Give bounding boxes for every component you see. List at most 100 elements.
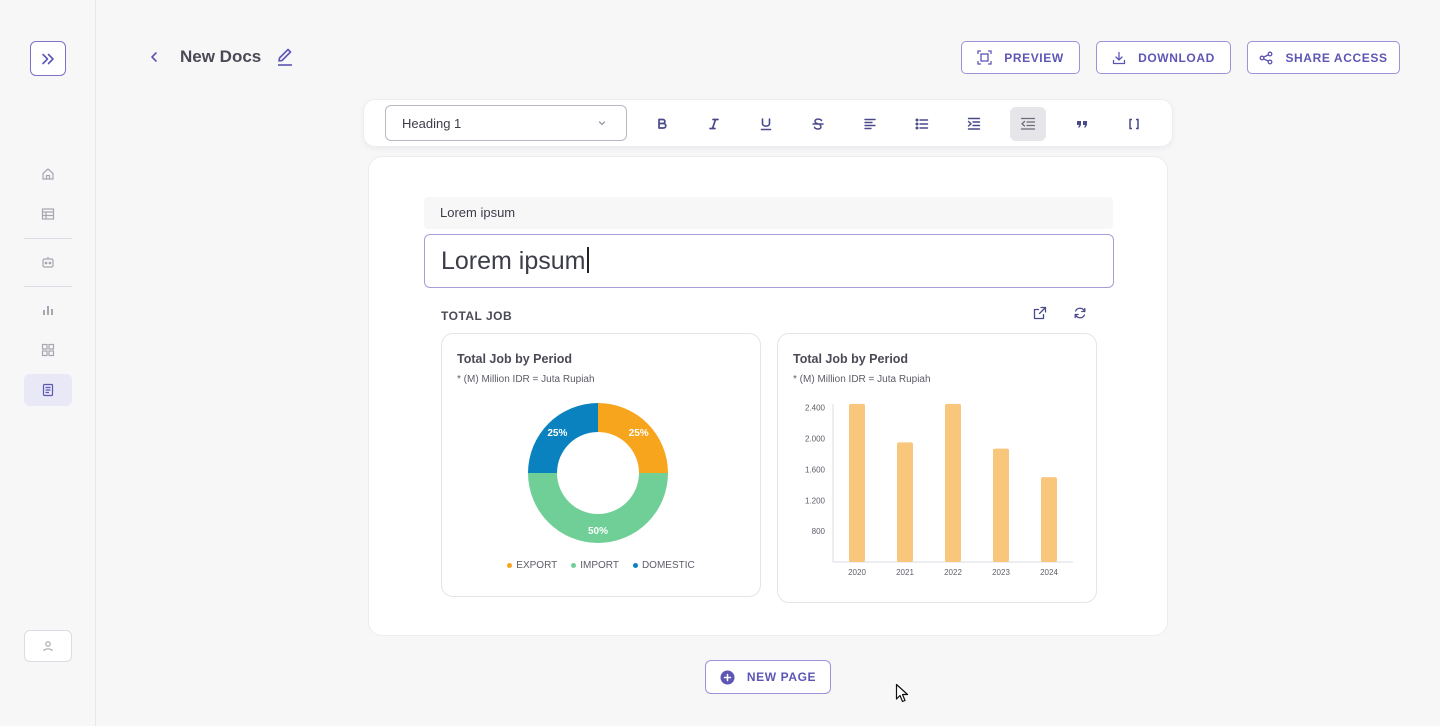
refresh-button[interactable] — [1071, 304, 1089, 322]
y-tick-label: 2.400 — [805, 404, 826, 413]
sidebar-divider — [24, 238, 72, 239]
strikethrough-icon — [812, 118, 824, 130]
text-style-value: Heading 1 — [402, 115, 462, 131]
sidebar-item-robot[interactable] — [24, 246, 72, 278]
sidebar — [0, 0, 96, 726]
home-icon — [42, 168, 54, 180]
code-block-icon — [1129, 118, 1139, 130]
strikethrough-button[interactable] — [800, 107, 836, 141]
y-tick-label: 800 — [812, 527, 826, 536]
y-tick-label: 1.600 — [805, 465, 826, 474]
sidebar-item-analytics[interactable] — [24, 294, 72, 326]
quote-button[interactable] — [1064, 107, 1100, 141]
italic-icon — [709, 118, 719, 130]
outdent-button[interactable] — [1010, 107, 1046, 141]
y-tick-label: 1.200 — [805, 496, 826, 505]
sidebar-item-docs[interactable] — [24, 374, 72, 406]
sidebar-item-table[interactable] — [24, 198, 72, 230]
back-button[interactable] — [146, 48, 162, 66]
refresh-icon — [1074, 307, 1086, 319]
x-tick-label: 2023 — [992, 568, 1010, 577]
double-chevron-right-icon — [42, 53, 54, 64]
mouse-cursor-icon — [895, 683, 909, 703]
x-tick-label: 2022 — [944, 568, 962, 577]
external-link-icon — [1033, 306, 1047, 320]
heading-input[interactable]: Lorem ipsum — [424, 234, 1114, 288]
quote-icon — [1077, 121, 1087, 128]
legend-item-import: IMPORT — [571, 560, 619, 571]
expand-sidebar-button[interactable] — [30, 41, 66, 76]
underline-button[interactable] — [748, 107, 784, 141]
italic-button[interactable] — [696, 107, 732, 141]
x-tick-label: 2021 — [896, 568, 914, 577]
subtitle-text[interactable]: Lorem ipsum — [424, 197, 1113, 229]
text-caret — [586, 247, 589, 273]
table-icon — [41, 208, 55, 220]
legend-item-domestic: DOMESTIC — [632, 560, 695, 571]
new-page-label: NEW PAGE — [746, 670, 817, 684]
user-icon — [43, 641, 53, 652]
preview-icon — [977, 50, 992, 65]
chart-title: Total Job by Period — [793, 352, 909, 366]
page-title: New Docs — [180, 47, 262, 66]
bar-chart-card: Total Job by Period * (M) Million IDR = … — [777, 333, 1097, 603]
legend-label: DOMESTIC — [641, 560, 695, 571]
chevron-down-icon — [598, 121, 606, 126]
legend-item-export: EXPORT — [507, 560, 557, 571]
document-canvas: Lorem ipsum Lorem ipsum TOTAL JOB Total … — [368, 156, 1168, 636]
y-tick-label: 2.000 — [805, 435, 826, 444]
bar-2021 — [897, 442, 913, 562]
outdent-icon — [1020, 117, 1036, 130]
bold-button[interactable] — [644, 107, 680, 141]
bullet-list-button[interactable] — [904, 107, 940, 141]
x-tick-label: 2024 — [1040, 568, 1058, 577]
indent-button[interactable] — [956, 107, 992, 141]
text-style-select[interactable]: Heading 1 — [385, 105, 627, 141]
donut-slice-label: 50% — [588, 526, 608, 537]
donut-chart-card: Total Job by Period * (M) Million IDR = … — [441, 333, 761, 597]
align-left-button[interactable] — [852, 107, 888, 141]
bar-2023 — [993, 448, 1009, 562]
robot-icon — [42, 257, 54, 268]
open-external-button[interactable] — [1031, 304, 1049, 322]
plus-circle-icon — [720, 670, 735, 684]
sidebar-item-home[interactable] — [24, 158, 72, 190]
donut-slice-label: 25% — [547, 428, 567, 439]
share-icon — [1259, 51, 1273, 64]
share-access-button[interactable]: SHARE ACCESS — [1247, 41, 1400, 74]
underline-icon — [760, 118, 772, 131]
document-icon — [42, 383, 54, 397]
chevron-left-icon — [151, 52, 157, 62]
formatting-toolbar: Heading 1 — [363, 99, 1173, 147]
legend-dot — [571, 563, 577, 568]
pencil-icon — [278, 48, 292, 66]
code-block-button[interactable] — [1116, 107, 1152, 141]
align-left-icon — [864, 118, 876, 130]
bar-2022 — [945, 403, 961, 562]
bar-2020 — [849, 403, 865, 562]
edit-title-button[interactable] — [276, 47, 294, 67]
legend-label: IMPORT — [580, 560, 619, 571]
donut-slice-label: 25% — [629, 428, 649, 439]
sidebar-divider — [24, 286, 72, 287]
bullet-list-icon — [915, 118, 929, 130]
user-profile-button[interactable] — [24, 630, 72, 662]
legend-dot — [632, 563, 638, 568]
section-label: TOTAL JOB — [441, 309, 513, 323]
chart-legend: EXPORT IMPORT DOMESTIC — [442, 560, 760, 571]
chart-subtitle: * (M) Million IDR = Juta Rupiah — [793, 374, 931, 385]
download-label: DOWNLOAD — [1138, 50, 1215, 65]
legend-dot — [507, 563, 513, 568]
bold-icon — [658, 118, 667, 129]
indent-icon — [967, 117, 981, 130]
preview-button[interactable]: PREVIEW — [961, 41, 1080, 74]
bar-2024 — [1041, 477, 1057, 562]
sidebar-item-dashboard[interactable] — [24, 334, 72, 366]
preview-label: PREVIEW — [1004, 50, 1064, 65]
x-tick-label: 2020 — [848, 568, 866, 577]
bar-chart-icon — [43, 306, 53, 315]
download-button[interactable]: DOWNLOAD — [1096, 41, 1231, 74]
dashboard-icon — [41, 343, 55, 357]
download-icon — [1112, 51, 1126, 64]
new-page-button[interactable]: NEW PAGE — [705, 660, 831, 694]
